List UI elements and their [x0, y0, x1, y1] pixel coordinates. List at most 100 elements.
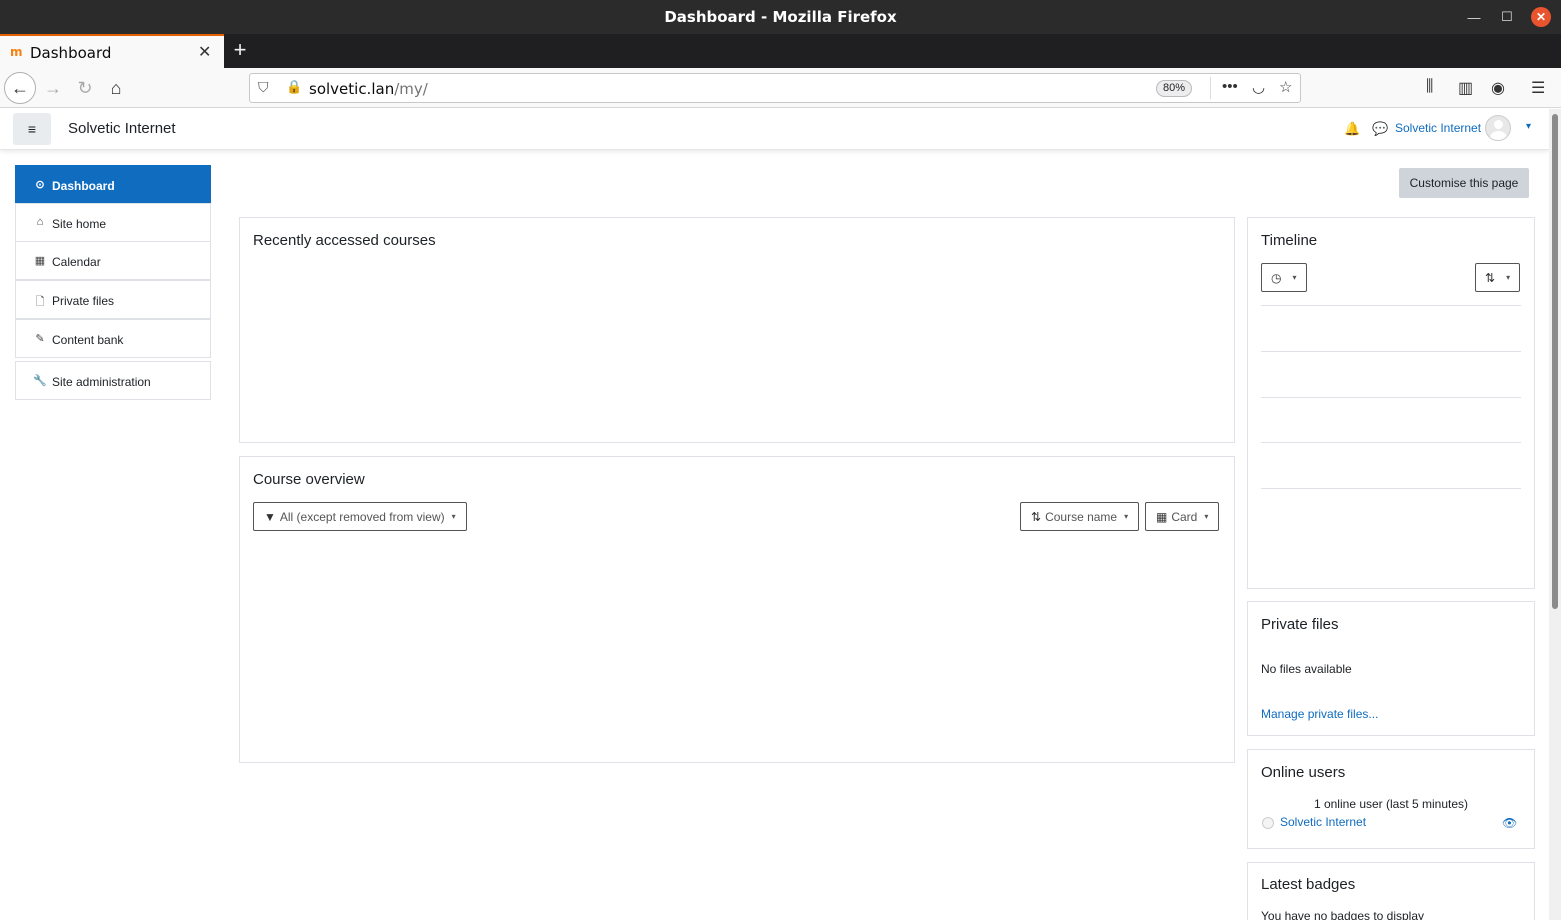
home-icon[interactable]: ⌂ [101, 73, 131, 103]
drawer-item-dashboard[interactable]: ⊙ Dashboard [15, 165, 211, 204]
file-icon: 🗋 [35, 296, 45, 308]
library-icon[interactable]: ⫼ [1426, 78, 1433, 96]
view-label: Card [1171, 509, 1198, 524]
no-badges-text: You have no badges to display [1261, 909, 1425, 920]
grid-icon: ▦ [1156, 509, 1168, 524]
caret-down-icon: ▾ [1124, 512, 1129, 521]
manage-private-files-link[interactable]: Manage private files... [1261, 707, 1378, 721]
drawer-item-label: Dashboard [52, 179, 115, 193]
site-name[interactable]: Solvetic Internet [68, 120, 176, 137]
wrench-icon: 🔧 [33, 375, 47, 387]
maximize-icon[interactable]: ☐ [1497, 7, 1517, 27]
tracking-shield-icon[interactable]: ⛉ [258, 79, 269, 96]
sidebar-icon[interactable]: ▥ [1458, 78, 1473, 98]
sort-icon: ⇅ [1485, 270, 1496, 285]
block-title: Private files [1261, 616, 1339, 633]
timeline-placeholder-line [1261, 351, 1521, 352]
customise-page-button[interactable]: Customise this page [1399, 168, 1529, 198]
browser-toolbar: ← → ↻ ⌂ ⛉ 🔒 solvetic.lan/my/ 80% ••• ◡ ☆… [0, 68, 1561, 108]
drawer-item-label: Private files [52, 294, 115, 308]
sort-dropdown[interactable]: ⇅ Course name ▾ [1020, 502, 1140, 531]
notifications-bell-icon[interactable]: 🔔 [1344, 121, 1360, 137]
timeline-placeholder-line [1261, 305, 1521, 306]
back-icon[interactable]: ← [4, 72, 36, 104]
filter-label: All (except removed from view) [279, 509, 445, 524]
block-title: Latest badges [1261, 876, 1356, 893]
drawer-toggle-icon[interactable]: ≡ [13, 113, 51, 145]
sort-label: Course name [1045, 509, 1118, 524]
paintbrush-icon: ✎ [35, 333, 45, 345]
account-icon[interactable]: ◉ [1491, 78, 1505, 98]
block-title: Course overview [253, 471, 365, 488]
app-menu-icon[interactable]: ☰ [1531, 78, 1545, 98]
user-menu-name[interactable]: Solvetic Internet [1395, 121, 1481, 135]
url-divider [1210, 77, 1211, 99]
minimize-icon[interactable]: — [1464, 7, 1484, 27]
block-title: Recently accessed courses [253, 232, 436, 249]
forward-icon[interactable]: → [38, 73, 68, 103]
close-window-icon[interactable]: ✕ [1531, 7, 1551, 27]
url-host: solvetic.lan [309, 80, 395, 98]
grouping-filter-dropdown[interactable]: ▼ All (except removed from view) ▾ [253, 502, 467, 531]
drawer-item-label: Calendar [52, 255, 101, 269]
no-files-text: No files available [1261, 662, 1352, 676]
online-users-summary: 1 online user (last 5 minutes) [1313, 797, 1469, 811]
tab-close-icon[interactable]: ✕ [198, 42, 211, 62]
new-tab-icon[interactable]: + [229, 37, 251, 63]
online-user-avatar [1262, 817, 1274, 829]
moodle-navbar: ≡ Solvetic Internet 🔔 💬 Solvetic Interne… [0, 109, 1549, 150]
page-content: ≡ Solvetic Internet 🔔 💬 Solvetic Interne… [0, 109, 1549, 920]
drawer-item-site-home[interactable]: ⌂ Site home [15, 203, 211, 242]
calendar-icon: ▦ [34, 255, 46, 267]
caret-down-icon: ▾ [1292, 273, 1297, 282]
url-bar[interactable]: ⛉ 🔒 solvetic.lan/my/ 80% ••• ◡ ☆ [249, 73, 1301, 103]
drawer-item-label: Site administration [52, 375, 151, 389]
timeline-sort-dropdown[interactable]: ⇅ ▾ [1475, 263, 1521, 292]
recent-courses-block: Recently accessed courses [239, 217, 1235, 443]
filter-icon: ▼ [264, 509, 276, 524]
insecure-connection-icon[interactable]: 🔒 [286, 79, 302, 95]
page-actions-icon[interactable]: ••• [1222, 78, 1238, 95]
user-avatar[interactable] [1485, 115, 1511, 141]
dashboard-icon: ⊙ [35, 179, 45, 191]
tab-dashboard[interactable]: m Dashboard ✕ [0, 34, 224, 68]
tab-bar: m Dashboard ✕ + [0, 34, 1561, 68]
moodle-favicon-icon: m [10, 45, 23, 59]
timeline-block: Timeline ◷ ▾ ⇅ ▾ [1247, 217, 1535, 589]
caret-down-icon: ▾ [451, 512, 456, 521]
drawer-item-calendar[interactable]: ▦ Calendar [15, 241, 211, 280]
scrollbar-thumb[interactable] [1552, 114, 1558, 609]
eye-icon[interactable]: 👁 [1502, 816, 1517, 830]
bookmark-star-icon[interactable]: ☆ [1279, 78, 1292, 96]
timeline-filter-dropdown[interactable]: ◷ ▾ [1261, 263, 1307, 292]
drawer-item-site-administration[interactable]: 🔧 Site administration [15, 361, 211, 400]
clock-icon: ◷ [1271, 270, 1282, 285]
private-files-block: Private files No files available Manage … [1247, 601, 1535, 736]
window-title: Dashboard - Mozilla Firefox [664, 8, 897, 26]
latest-badges-block: Latest badges You have no badges to disp… [1247, 862, 1535, 920]
timeline-placeholder-line [1261, 488, 1521, 489]
view-dropdown[interactable]: ▦ Card ▾ [1145, 502, 1220, 531]
user-menu-caret-icon[interactable]: ▾ [1526, 121, 1531, 132]
tab-title: Dashboard [30, 44, 112, 62]
course-overview-block: Course overview ▼ All (except removed fr… [239, 456, 1235, 763]
online-users-block: Online users 1 online user (last 5 minut… [1247, 749, 1535, 849]
url-path: /my/ [394, 80, 428, 98]
block-title: Timeline [1261, 232, 1318, 249]
window-titlebar: Dashboard - Mozilla Firefox — ☐ ✕ [0, 0, 1561, 34]
drawer-item-label: Content bank [52, 333, 124, 347]
home-icon: ⌂ [36, 216, 44, 228]
reload-icon[interactable]: ↻ [70, 73, 100, 103]
pocket-icon[interactable]: ◡ [1252, 78, 1265, 96]
drawer-item-private-files[interactable]: 🗋 Private files [15, 280, 211, 319]
drawer-item-label: Site home [52, 217, 107, 231]
drawer-item-content-bank[interactable]: ✎ Content bank [15, 319, 211, 358]
page-scrollbar[interactable] [1549, 109, 1561, 920]
messages-icon[interactable]: 💬 [1372, 121, 1388, 137]
timeline-placeholder-line [1261, 397, 1521, 398]
timeline-placeholder-line [1261, 442, 1521, 443]
zoom-indicator[interactable]: 80% [1156, 80, 1193, 97]
url-text[interactable]: solvetic.lan/my/ [309, 80, 428, 98]
online-user-link[interactable]: Solvetic Internet [1280, 815, 1366, 829]
caret-down-icon: ▾ [1204, 512, 1209, 521]
